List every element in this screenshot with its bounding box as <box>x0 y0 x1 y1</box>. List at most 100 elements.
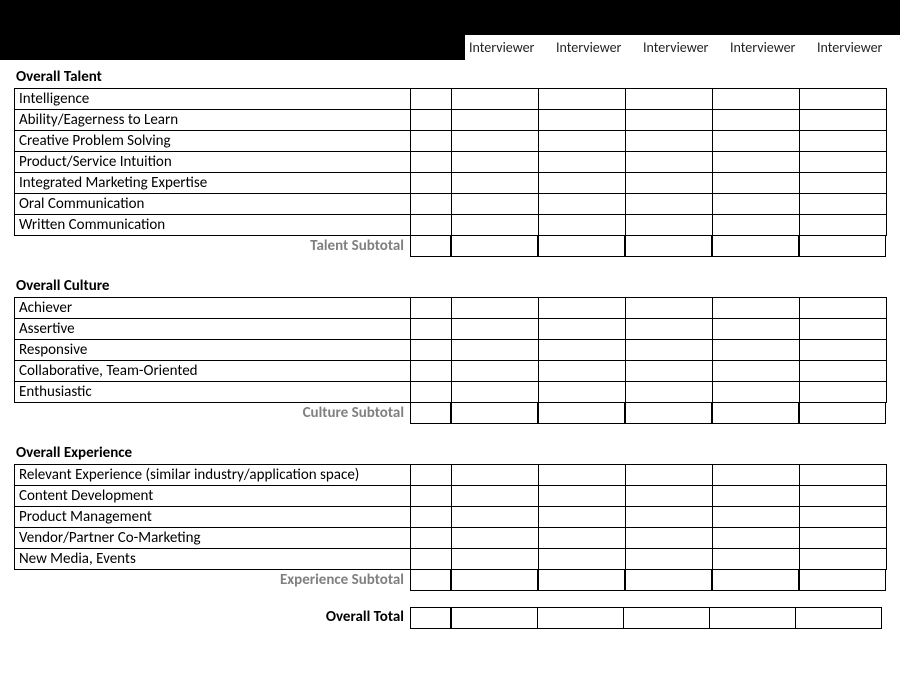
score-cell[interactable] <box>800 152 887 173</box>
score-cell[interactable] <box>713 549 800 570</box>
score-cell[interactable] <box>452 486 539 507</box>
score-cell[interactable] <box>626 465 713 486</box>
score-cell[interactable] <box>800 89 887 110</box>
score-cell[interactable] <box>452 298 539 319</box>
score-cell[interactable] <box>626 298 713 319</box>
score-cell[interactable] <box>713 173 800 194</box>
score-cell[interactable] <box>800 528 887 549</box>
score-cell[interactable] <box>713 507 800 528</box>
score-cell[interactable] <box>451 607 538 629</box>
score-cell[interactable] <box>625 403 712 424</box>
score-cell[interactable] <box>626 319 713 340</box>
score-cell[interactable] <box>712 236 799 257</box>
score-cell[interactable] <box>626 194 713 215</box>
score-cell[interactable] <box>713 152 800 173</box>
score-cell[interactable] <box>625 570 712 591</box>
score-cell[interactable] <box>626 340 713 361</box>
score-cell[interactable] <box>626 361 713 382</box>
score-cell[interactable] <box>452 507 539 528</box>
score-cell[interactable] <box>713 131 800 152</box>
score-cell[interactable] <box>537 607 624 629</box>
score-cell[interactable] <box>538 570 625 591</box>
score-cell[interactable] <box>539 361 626 382</box>
score-cell[interactable] <box>539 194 626 215</box>
score-cell[interactable] <box>625 236 712 257</box>
score-cell[interactable] <box>539 340 626 361</box>
score-cell[interactable] <box>452 194 539 215</box>
score-cell[interactable] <box>800 361 887 382</box>
score-cell[interactable] <box>452 89 539 110</box>
score-cell[interactable] <box>799 570 886 591</box>
score-cell[interactable] <box>452 361 539 382</box>
score-cell[interactable] <box>626 110 713 131</box>
score-cell[interactable] <box>800 549 887 570</box>
score-cell[interactable] <box>713 110 800 131</box>
score-cell[interactable] <box>800 319 887 340</box>
score-cell[interactable] <box>626 173 713 194</box>
score-cell[interactable] <box>539 152 626 173</box>
score-cell[interactable] <box>799 403 886 424</box>
score-cell[interactable] <box>452 215 539 236</box>
score-cell[interactable] <box>539 507 626 528</box>
score-cell[interactable] <box>539 298 626 319</box>
score-cell[interactable] <box>626 549 713 570</box>
score-cell[interactable] <box>800 486 887 507</box>
score-cell[interactable] <box>539 528 626 549</box>
score-cell[interactable] <box>800 465 887 486</box>
score-cell[interactable] <box>626 507 713 528</box>
score-cell[interactable] <box>451 236 538 257</box>
score-cell[interactable] <box>623 607 710 629</box>
score-cell[interactable] <box>713 194 800 215</box>
score-cell[interactable] <box>539 549 626 570</box>
score-cell[interactable] <box>626 528 713 549</box>
score-cell[interactable] <box>539 131 626 152</box>
score-cell[interactable] <box>713 89 800 110</box>
score-cell[interactable] <box>451 570 538 591</box>
score-cell[interactable] <box>452 382 539 403</box>
score-cell[interactable] <box>800 507 887 528</box>
score-cell[interactable] <box>452 131 539 152</box>
score-cell[interactable] <box>539 173 626 194</box>
score-cell[interactable] <box>713 319 800 340</box>
score-cell[interactable] <box>626 215 713 236</box>
score-cell[interactable] <box>452 340 539 361</box>
score-cell[interactable] <box>713 361 800 382</box>
score-cell[interactable] <box>626 152 713 173</box>
score-cell[interactable] <box>626 382 713 403</box>
score-cell[interactable] <box>626 89 713 110</box>
score-cell[interactable] <box>713 215 800 236</box>
score-cell[interactable] <box>452 319 539 340</box>
score-cell[interactable] <box>713 340 800 361</box>
score-cell[interactable] <box>452 528 539 549</box>
score-cell[interactable] <box>538 403 625 424</box>
score-cell[interactable] <box>800 173 887 194</box>
score-cell[interactable] <box>800 131 887 152</box>
score-cell[interactable] <box>712 403 799 424</box>
score-cell[interactable] <box>800 194 887 215</box>
score-cell[interactable] <box>799 236 886 257</box>
score-cell[interactable] <box>539 486 626 507</box>
score-cell[interactable] <box>452 110 539 131</box>
score-cell[interactable] <box>539 215 626 236</box>
score-cell[interactable] <box>452 152 539 173</box>
score-cell[interactable] <box>800 382 887 403</box>
score-cell[interactable] <box>539 319 626 340</box>
score-cell[interactable] <box>713 528 800 549</box>
score-cell[interactable] <box>713 486 800 507</box>
score-cell[interactable] <box>539 382 626 403</box>
score-cell[interactable] <box>800 298 887 319</box>
score-cell[interactable] <box>539 110 626 131</box>
score-cell[interactable] <box>712 570 799 591</box>
score-cell[interactable] <box>713 465 800 486</box>
score-cell[interactable] <box>713 382 800 403</box>
score-cell[interactable] <box>452 465 539 486</box>
score-cell[interactable] <box>539 465 626 486</box>
score-cell[interactable] <box>538 236 625 257</box>
score-cell[interactable] <box>539 89 626 110</box>
score-cell[interactable] <box>713 298 800 319</box>
score-cell[interactable] <box>800 215 887 236</box>
score-cell[interactable] <box>709 607 796 629</box>
score-cell[interactable] <box>452 173 539 194</box>
score-cell[interactable] <box>626 131 713 152</box>
score-cell[interactable] <box>800 110 887 131</box>
